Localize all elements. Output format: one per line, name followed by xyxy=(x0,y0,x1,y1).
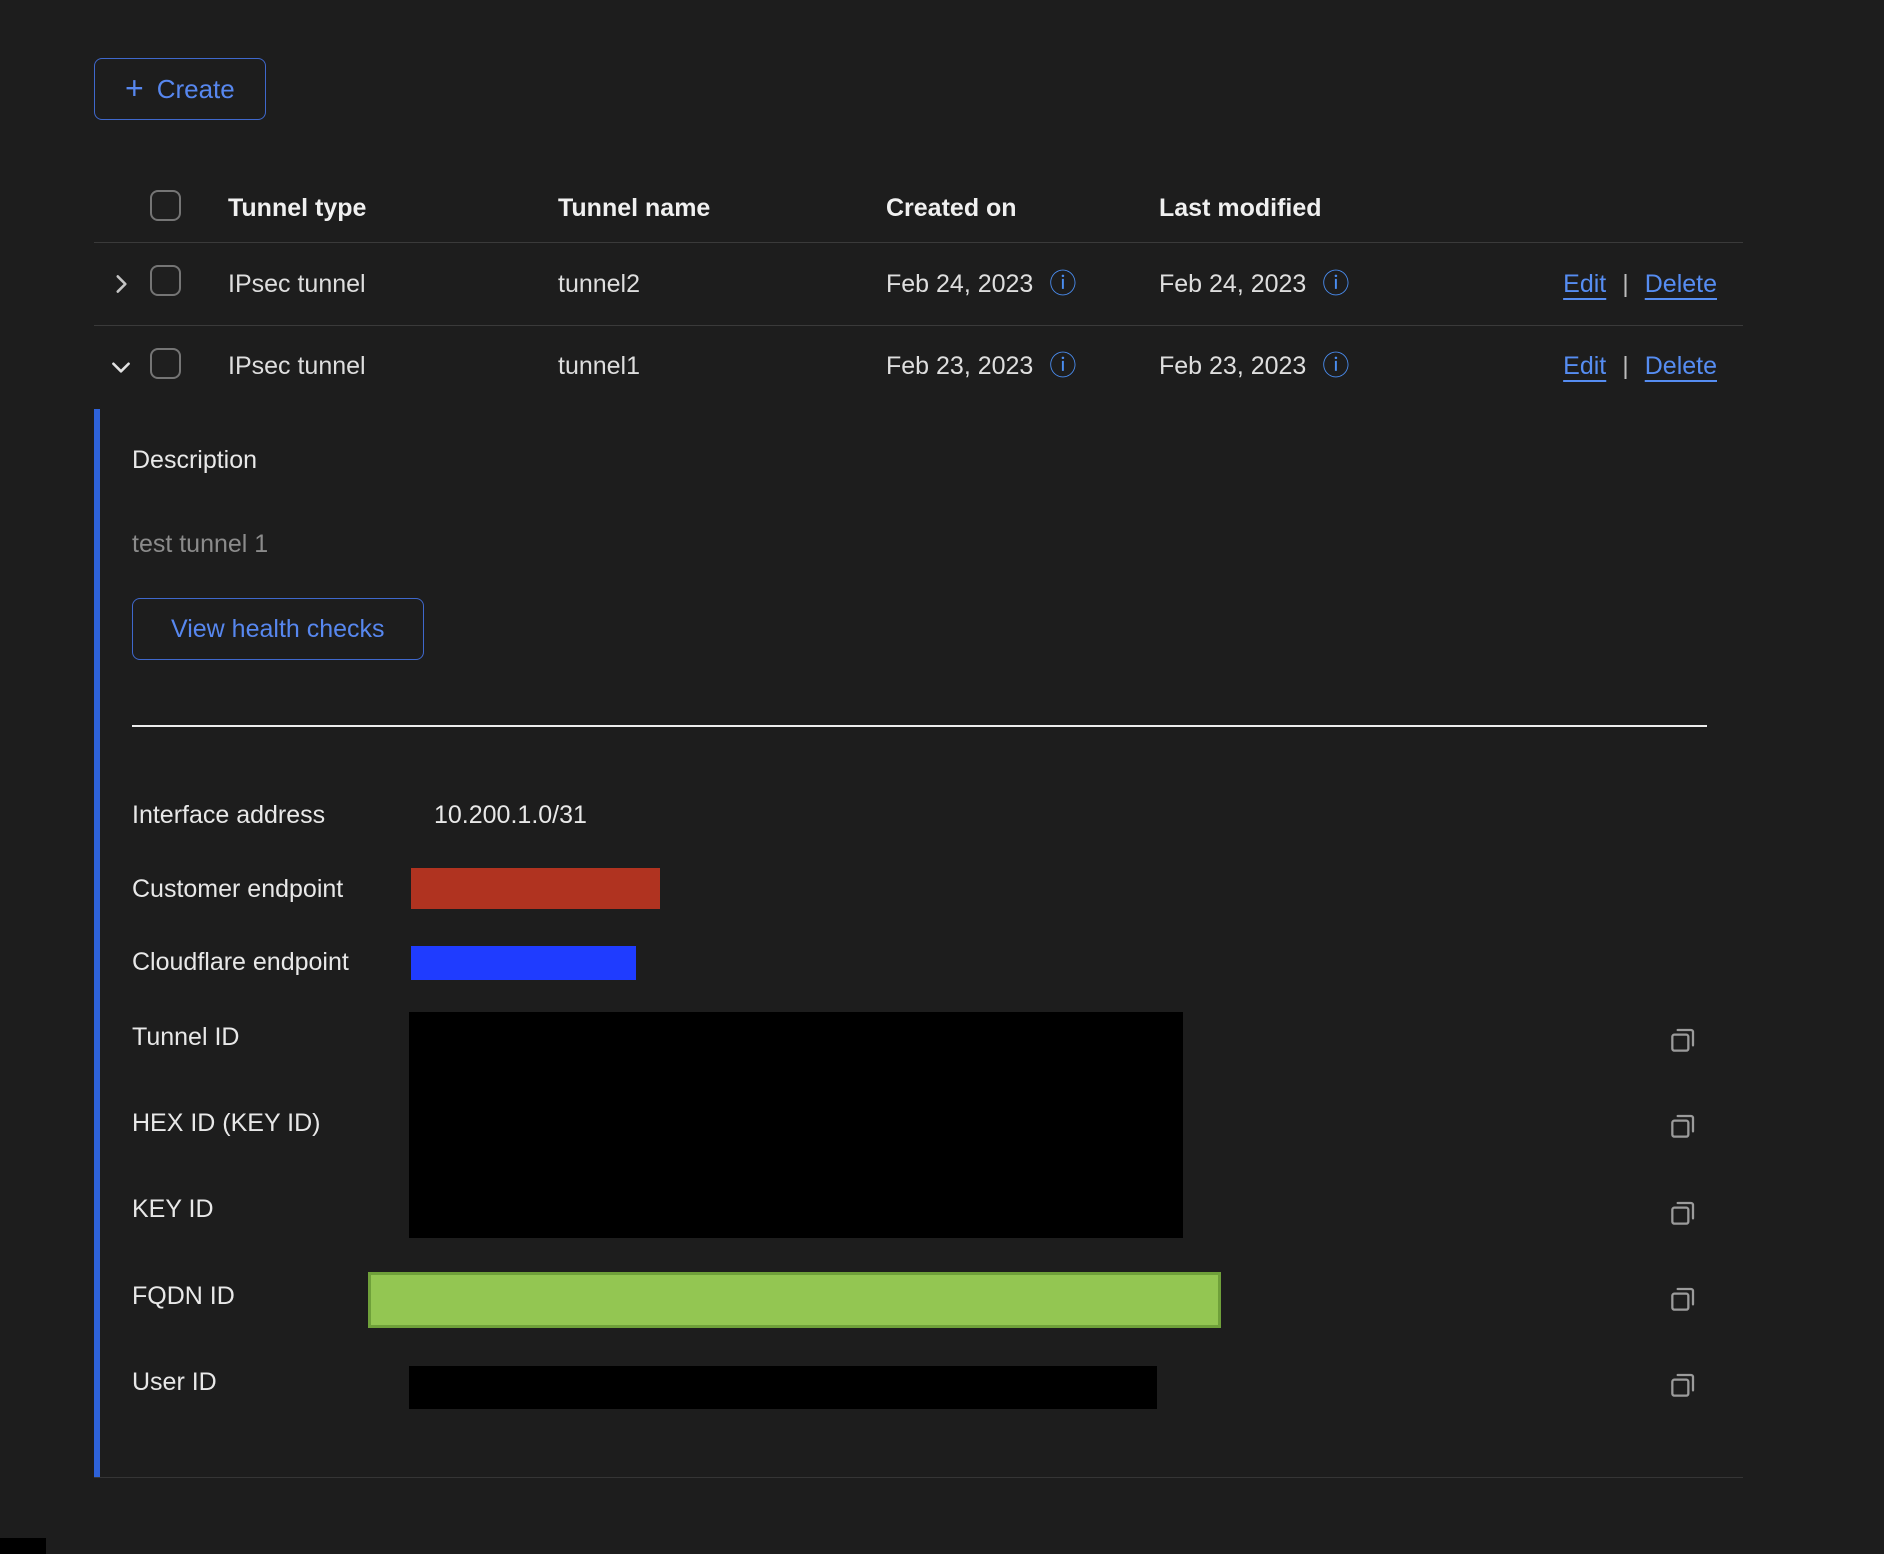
tunnels-table: Tunnel type Tunnel name Created on Last … xyxy=(94,175,1743,407)
copy-fqdn-id-button[interactable] xyxy=(1663,1279,1703,1319)
last-modified-cell: Feb 24, 2023 ⓘ xyxy=(1159,270,1432,299)
created-on-value: Feb 24, 2023 xyxy=(886,270,1033,299)
cloudflare-endpoint-label: Cloudflare endpoint xyxy=(132,948,349,977)
header-checkbox-cell xyxy=(150,190,228,228)
create-button[interactable]: + Create xyxy=(94,58,266,120)
select-all-checkbox[interactable] xyxy=(150,190,181,221)
panel-divider xyxy=(132,725,1707,727)
copy-user-id-button[interactable] xyxy=(1663,1365,1703,1405)
bottom-edge-decoration xyxy=(0,1538,46,1554)
customer-endpoint-label: Customer endpoint xyxy=(132,875,343,904)
row-checkbox[interactable] xyxy=(150,265,181,296)
tunnel-type-cell: IPsec tunnel xyxy=(228,352,558,381)
created-on-cell: Feb 23, 2023 ⓘ xyxy=(886,352,1159,381)
customer-endpoint-redacted-value xyxy=(411,868,660,909)
copy-icon xyxy=(1667,1369,1699,1401)
created-on-value: Feb 23, 2023 xyxy=(886,352,1033,381)
tunnel-id-label: Tunnel ID xyxy=(132,1023,239,1052)
checkbox-cell xyxy=(150,348,228,386)
tunnel-name-cell: tunnel1 xyxy=(558,352,886,381)
interface-address-label: Interface address xyxy=(132,801,325,830)
fqdn-id-redacted-value xyxy=(368,1272,1221,1328)
key-id-label: KEY ID xyxy=(132,1195,214,1224)
create-button-label: Create xyxy=(157,74,235,105)
info-icon[interactable]: ⓘ xyxy=(1322,353,1349,380)
expand-cell xyxy=(94,346,150,388)
last-modified-cell: Feb 23, 2023 ⓘ xyxy=(1159,352,1432,381)
delete-link[interactable]: Delete xyxy=(1645,270,1717,299)
row-collapse-button[interactable] xyxy=(100,346,142,388)
copy-icon xyxy=(1667,1110,1699,1142)
info-icon[interactable]: ⓘ xyxy=(1322,271,1349,298)
tunnels-page: + Create Tunnel type Tunnel name Created… xyxy=(0,0,1884,1554)
expanded-row-accent-bar xyxy=(94,409,100,1478)
expand-cell xyxy=(94,263,150,305)
ids-redacted-value xyxy=(409,1012,1183,1238)
copy-icon xyxy=(1667,1283,1699,1315)
cloudflare-endpoint-redacted-value xyxy=(411,946,636,980)
action-separator: | xyxy=(1622,352,1629,381)
delete-link[interactable]: Delete xyxy=(1645,352,1717,381)
header-tunnel-name: Tunnel name xyxy=(558,194,886,223)
chevron-down-icon xyxy=(108,354,134,380)
header-tunnel-type: Tunnel type xyxy=(228,194,558,223)
user-id-redacted-value xyxy=(409,1366,1157,1409)
plus-icon: + xyxy=(125,72,144,104)
last-modified-value: Feb 24, 2023 xyxy=(1159,270,1306,299)
header-last-modified: Last modified xyxy=(1159,194,1432,223)
description-label: Description xyxy=(132,446,257,475)
tunnel-name-cell: tunnel2 xyxy=(558,270,886,299)
info-icon[interactable]: ⓘ xyxy=(1049,353,1076,380)
row-expand-button[interactable] xyxy=(100,263,142,305)
fqdn-id-label: FQDN ID xyxy=(132,1282,235,1311)
user-id-label: User ID xyxy=(132,1368,217,1397)
copy-key-id-button[interactable] xyxy=(1663,1193,1703,1233)
created-on-cell: Feb 24, 2023 ⓘ xyxy=(886,270,1159,299)
last-modified-value: Feb 23, 2023 xyxy=(1159,352,1306,381)
table-header-row: Tunnel type Tunnel name Created on Last … xyxy=(94,175,1743,243)
action-separator: | xyxy=(1622,270,1629,299)
edit-link[interactable]: Edit xyxy=(1563,352,1606,381)
header-created-on: Created on xyxy=(886,194,1159,223)
table-row-tunnel2: IPsec tunnel tunnel2 Feb 24, 2023 ⓘ Feb … xyxy=(94,243,1743,325)
table-row-tunnel1: IPsec tunnel tunnel1 Feb 23, 2023 ⓘ Feb … xyxy=(94,325,1743,407)
interface-address-value: 10.200.1.0/31 xyxy=(434,801,587,830)
copy-icon xyxy=(1667,1024,1699,1056)
panel-bottom-border xyxy=(94,1477,1743,1478)
info-icon[interactable]: ⓘ xyxy=(1049,271,1076,298)
row-actions: Edit | Delete xyxy=(1563,352,1743,381)
row-actions: Edit | Delete xyxy=(1563,270,1743,299)
hex-id-label: HEX ID (KEY ID) xyxy=(132,1109,320,1138)
view-health-checks-button[interactable]: View health checks xyxy=(132,598,424,660)
row-checkbox[interactable] xyxy=(150,348,181,379)
copy-tunnel-id-button[interactable] xyxy=(1663,1020,1703,1060)
chevron-right-icon xyxy=(108,271,134,297)
copy-hex-id-button[interactable] xyxy=(1663,1106,1703,1146)
description-value: test tunnel 1 xyxy=(132,530,268,559)
tunnel-type-cell: IPsec tunnel xyxy=(228,270,558,299)
copy-icon xyxy=(1667,1197,1699,1229)
edit-link[interactable]: Edit xyxy=(1563,270,1606,299)
checkbox-cell xyxy=(150,265,228,303)
